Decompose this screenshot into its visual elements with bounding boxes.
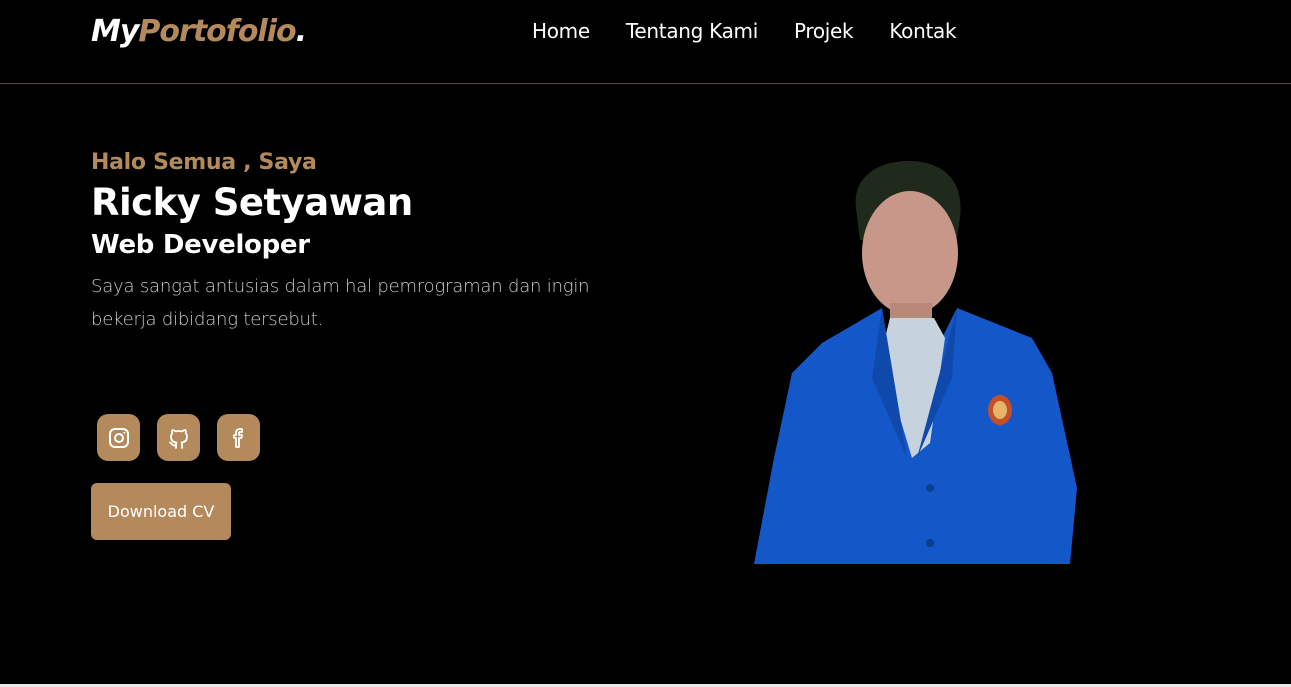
hero-name: Ricky Setyawan xyxy=(91,181,413,224)
logo-part-dot: . xyxy=(295,14,307,49)
hero-greeting: Halo Semua , Saya xyxy=(91,150,317,175)
logo-part-portofolio: Portofolio xyxy=(138,14,296,49)
instagram-icon xyxy=(108,427,129,448)
github-button[interactable] xyxy=(157,414,200,461)
nav-link-projek[interactable]: Projek xyxy=(794,19,854,43)
facebook-button[interactable] xyxy=(217,414,260,461)
site-logo[interactable]: MyPortofolio. xyxy=(91,14,307,49)
logo-part-my: My xyxy=(91,14,139,49)
nav-links: Home Tentang Kami Projek Kontak xyxy=(532,19,957,43)
hero-description: Saya sangat antusias dalam hal pemrogram… xyxy=(91,276,590,330)
hero-role: Web Developer xyxy=(91,230,310,260)
profile-photo xyxy=(754,160,1077,564)
navbar: MyPortofolio. Home Tentang Kami Projek K… xyxy=(0,0,1291,84)
nav-link-kontak[interactable]: Kontak xyxy=(889,19,956,43)
nav-link-tentang-kami[interactable]: Tentang Kami xyxy=(626,19,758,43)
facebook-icon xyxy=(232,427,243,448)
github-icon xyxy=(168,428,188,449)
download-cv-button[interactable]: Download CV xyxy=(91,483,231,540)
instagram-button[interactable] xyxy=(97,414,140,461)
hero-section: Halo Semua , Saya Ricky Setyawan Web Dev… xyxy=(91,150,651,336)
social-links xyxy=(97,414,260,461)
nav-link-home[interactable]: Home xyxy=(532,19,590,43)
